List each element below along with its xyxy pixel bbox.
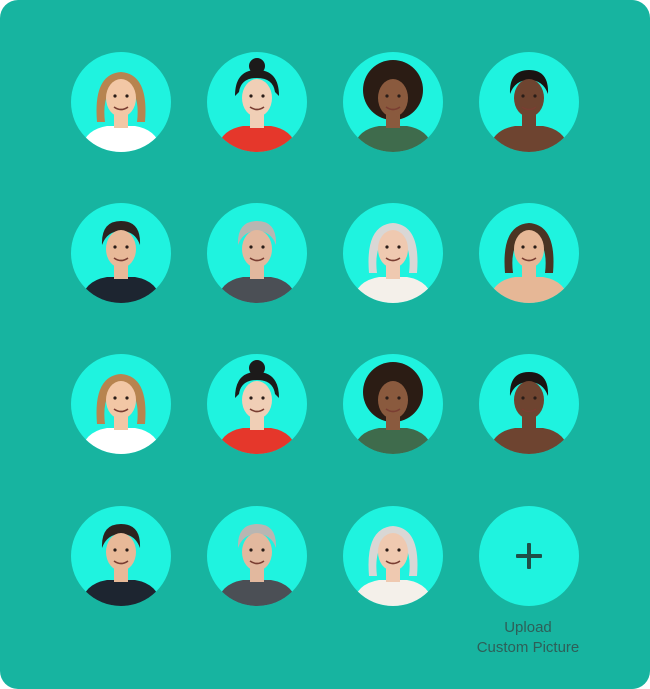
avatar-man-grey[interactable] <box>207 506 307 606</box>
avatar-picker-panel: Upload Custom Picture <box>0 0 650 689</box>
avatar-portrait <box>81 374 161 454</box>
avatar-portrait <box>217 221 297 303</box>
avatar-man-suit[interactable] <box>71 506 171 606</box>
avatar-woman-asian[interactable] <box>207 354 307 454</box>
avatar-woman-blonde[interactable] <box>71 354 171 454</box>
avatar-portrait <box>353 526 433 606</box>
avatar-portrait <box>353 60 433 152</box>
avatar-man-grey[interactable] <box>207 203 307 303</box>
upload-custom-picture-label: Upload Custom Picture <box>460 618 596 658</box>
avatar-portrait <box>489 223 569 303</box>
avatar-portrait <box>81 221 161 303</box>
avatar-woman-blonde[interactable] <box>71 52 171 152</box>
avatar-man-thinking[interactable] <box>479 52 579 152</box>
avatar-portrait <box>353 223 433 303</box>
avatar-portrait <box>489 70 569 152</box>
avatar-portrait <box>353 362 433 454</box>
upload-custom-picture-button[interactable] <box>479 506 579 606</box>
avatar-portrait <box>217 360 297 454</box>
avatar-woman-curly[interactable] <box>343 52 443 152</box>
avatar-portrait <box>217 58 297 152</box>
upload-label-line1: Upload <box>504 619 552 636</box>
upload-label-line2: Custom Picture <box>476 639 580 656</box>
avatar-man-suit[interactable] <box>71 203 171 303</box>
avatar-man-thinking[interactable] <box>479 354 579 454</box>
avatar-woman-grey[interactable] <box>343 203 443 303</box>
avatar-portrait <box>81 72 161 152</box>
avatar-portrait <box>81 524 161 606</box>
avatar-woman-young[interactable] <box>479 203 579 303</box>
avatar-woman-curly[interactable] <box>343 354 443 454</box>
plus-icon <box>516 543 542 569</box>
avatar-portrait <box>489 372 569 454</box>
avatar-portrait <box>217 524 297 606</box>
avatar-woman-grey[interactable] <box>343 506 443 606</box>
avatar-woman-asian[interactable] <box>207 52 307 152</box>
